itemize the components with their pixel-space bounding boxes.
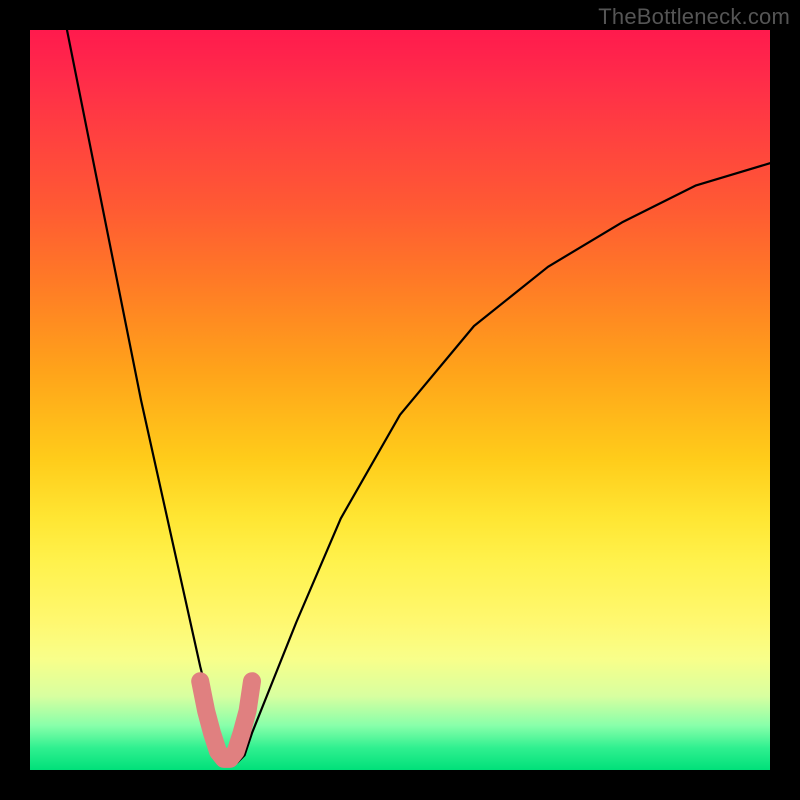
watermark-text: TheBottleneck.com <box>598 4 790 30</box>
plot-area <box>30 30 770 770</box>
highlight-segment <box>200 681 252 759</box>
chart-frame: TheBottleneck.com <box>0 0 800 800</box>
bottleneck-curve <box>67 30 770 763</box>
curve-layer <box>30 30 770 770</box>
